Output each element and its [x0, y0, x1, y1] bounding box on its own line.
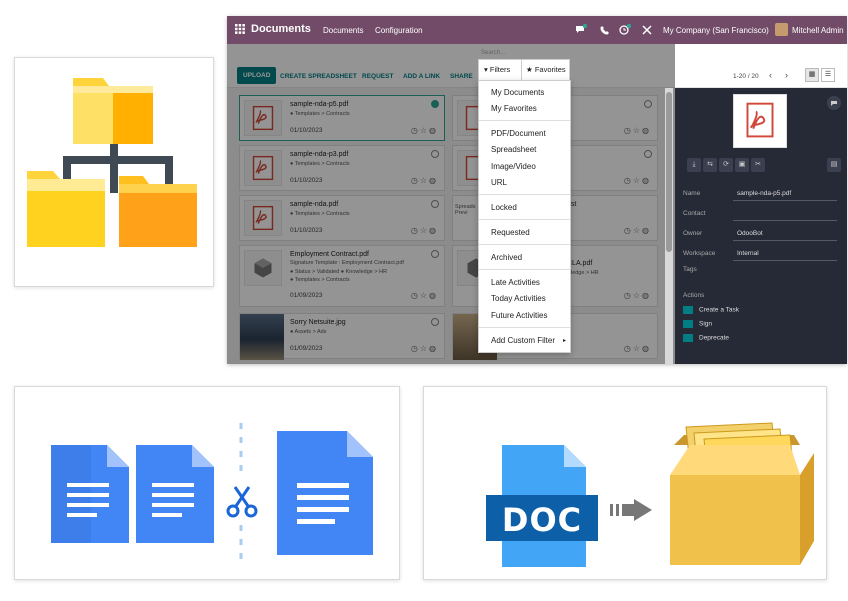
- filter-future-activities[interactable]: Future Activities: [491, 311, 547, 320]
- workspace-label: Workspace: [683, 250, 716, 257]
- pdf-preview-icon[interactable]: [733, 94, 787, 148]
- pager-value[interactable]: 1-20 / 20: [733, 73, 759, 80]
- kanban-view-icon[interactable]: ▦: [805, 68, 819, 82]
- action-deprecate[interactable]: Deprecate: [683, 334, 729, 342]
- menu-configuration[interactable]: Configuration: [375, 26, 423, 35]
- menu-documents[interactable]: Documents: [323, 26, 363, 35]
- favorites-tab[interactable]: ★ Favorites: [521, 59, 570, 81]
- action-sign[interactable]: Sign: [683, 320, 712, 328]
- filter-today-activities[interactable]: Today Activities: [491, 294, 546, 303]
- odoo-documents-screenshot: Documents Documents Configuration My Com…: [227, 16, 847, 364]
- doc-to-archive-card: DOC: [423, 386, 827, 580]
- filter-requested[interactable]: Requested: [491, 228, 530, 237]
- doc-to-archive-illustration: [486, 422, 814, 567]
- owner-label: Owner: [683, 230, 703, 237]
- filter-locked[interactable]: Locked: [491, 203, 517, 212]
- avatar[interactable]: [775, 23, 788, 36]
- modal-overlay: [227, 44, 675, 364]
- contact-field[interactable]: [733, 208, 837, 221]
- filter-url[interactable]: URL: [491, 178, 507, 187]
- google-doc-icon: [277, 431, 373, 555]
- pager-next-icon[interactable]: ›: [785, 70, 788, 80]
- caret-right-icon: ▸: [563, 338, 567, 344]
- folder-hierarchy-icon: [27, 78, 197, 247]
- separator: [479, 327, 570, 328]
- close-icon[interactable]: [641, 24, 653, 36]
- top-navbar: Documents Documents Configuration My Com…: [227, 16, 847, 44]
- google-doc-icon: [51, 445, 129, 543]
- lock-icon[interactable]: ▣: [735, 158, 749, 172]
- filter-my-documents[interactable]: My Documents: [491, 88, 544, 97]
- workspace-field[interactable]: Internal: [733, 248, 837, 261]
- google-doc-icon: [136, 445, 214, 543]
- separator: [479, 244, 570, 245]
- name-label: Name: [683, 190, 701, 197]
- company-name[interactable]: My Company (San Francisco): [663, 26, 769, 35]
- separator: [479, 194, 570, 195]
- app-title[interactable]: Documents: [251, 23, 311, 35]
- delete-icon[interactable]: ▤: [827, 158, 841, 172]
- filter-spreadsheet[interactable]: Spreadsheet: [491, 145, 536, 154]
- document-details-panel: ⤓ ⇆ ⟳ ▣ ✂ ▤ Name sample-nda-p5.pdf Conta…: [675, 88, 847, 364]
- filters-tab[interactable]: ▾ Filters: [478, 59, 523, 81]
- add-custom-filter[interactable]: Add Custom Filter: [491, 336, 555, 345]
- phone-icon[interactable]: [599, 24, 611, 36]
- filter-late-activities[interactable]: Late Activities: [491, 278, 540, 287]
- separator: [479, 120, 570, 121]
- actions-label: Actions: [683, 292, 705, 299]
- action-create-task[interactable]: Create a Task: [683, 306, 739, 314]
- file-archive-box-icon: [670, 422, 814, 565]
- replace-icon[interactable]: ⟳: [719, 158, 733, 172]
- tags-label[interactable]: Tags: [683, 266, 697, 273]
- name-field[interactable]: sample-nda-p5.pdf: [733, 188, 837, 201]
- doc-badge-label: DOC: [501, 501, 583, 539]
- list-view-icon[interactable]: ☰: [821, 68, 835, 82]
- separator: [479, 269, 570, 270]
- filter-pdf-document[interactable]: PDF/Document: [491, 129, 546, 138]
- filter-archived[interactable]: Archived: [491, 253, 522, 262]
- filter-image-video[interactable]: Image/Video: [491, 162, 536, 171]
- folder-hierarchy-card: [14, 57, 214, 287]
- arrow-right-icon: [610, 499, 652, 521]
- user-name[interactable]: Mitchell Admin: [792, 26, 844, 35]
- app-grid-icon[interactable]: [235, 24, 245, 34]
- clock-icon[interactable]: [619, 24, 631, 36]
- split-documents-card: [14, 386, 400, 580]
- separator: [479, 219, 570, 220]
- scissors-icon: [226, 486, 258, 518]
- share-icon[interactable]: ⇆: [703, 158, 717, 172]
- filters-dropdown: My Documents My Favorites PDF/Document S…: [478, 80, 571, 353]
- pager-prev-icon[interactable]: ‹: [769, 70, 772, 80]
- scrollbar[interactable]: [665, 88, 673, 364]
- split-icon[interactable]: ✂: [751, 158, 765, 172]
- owner-field[interactable]: OdooBot: [733, 228, 837, 241]
- chat-icon[interactable]: [575, 24, 587, 36]
- contact-label: Contact: [683, 210, 706, 217]
- chat-bubble-icon[interactable]: [827, 96, 841, 110]
- download-icon[interactable]: ⤓: [687, 158, 701, 172]
- split-documents-illustration: [51, 423, 373, 567]
- filter-my-favorites[interactable]: My Favorites: [491, 104, 537, 113]
